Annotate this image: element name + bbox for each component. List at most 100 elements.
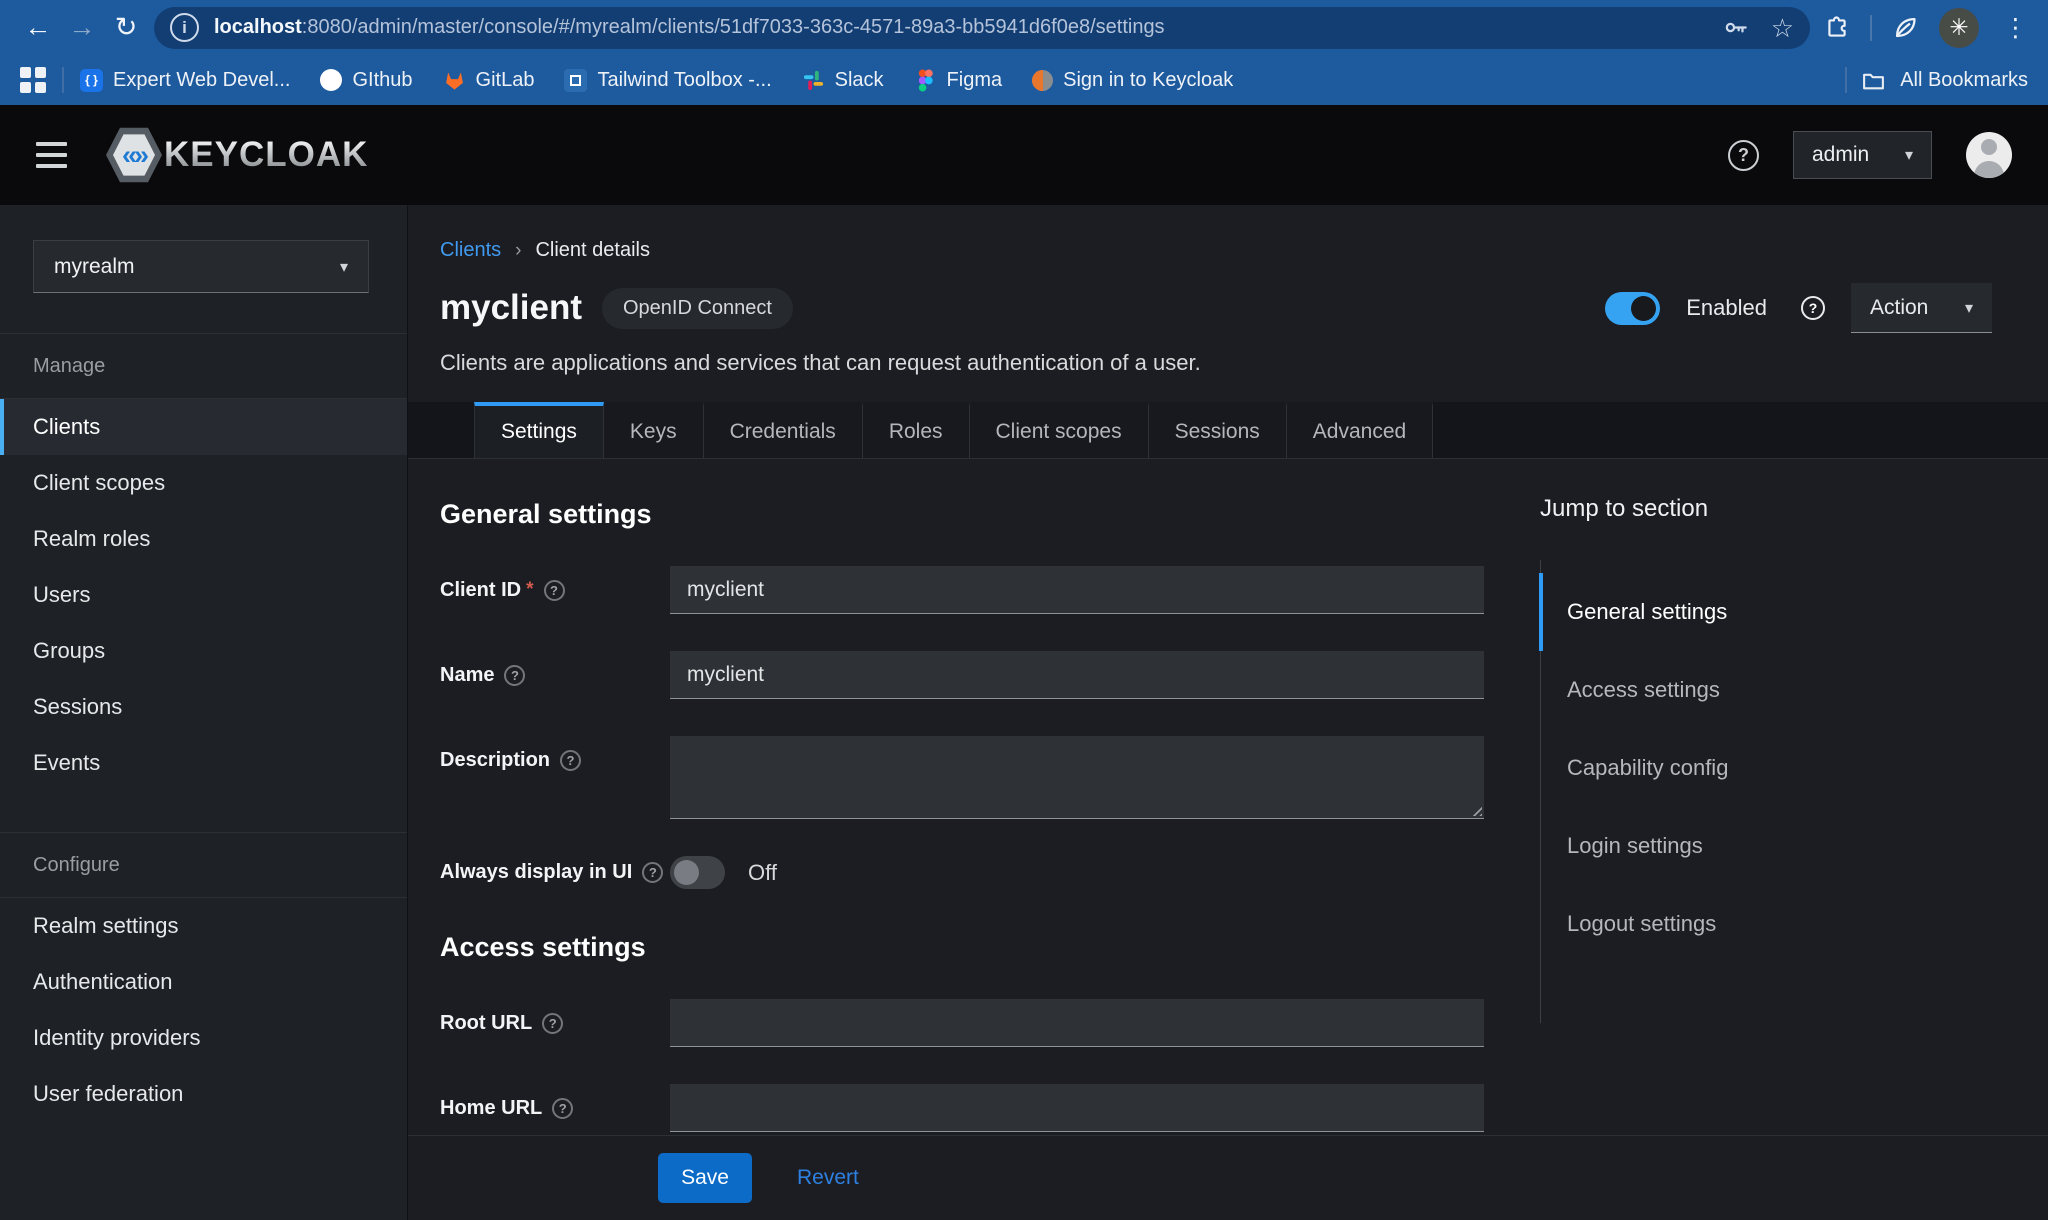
bookmarks-separator [1845, 67, 1847, 93]
folder-icon [1861, 68, 1886, 93]
jump-item-capability-config[interactable]: Capability config [1540, 729, 1980, 807]
battery-saver-leaf-icon[interactable] [1892, 14, 1919, 41]
client-id-input[interactable] [670, 566, 1484, 614]
tab-settings[interactable]: Settings [474, 402, 604, 458]
revert-link[interactable]: Revert [797, 1166, 859, 1190]
sidebar-section-configure: ConfigureRealm settingsAuthenticationIde… [0, 832, 407, 1122]
url-host: localhost [214, 16, 302, 38]
brand-text: KEYCLOAK [164, 135, 368, 175]
jump-item-login-settings[interactable]: Login settings [1540, 807, 1980, 885]
breadcrumb: Clients › Client details [440, 239, 1992, 262]
home-url-label: Home URL ? [440, 1084, 670, 1132]
extensions-icon[interactable] [1824, 15, 1850, 41]
back-icon[interactable]: ← [16, 6, 60, 50]
masthead: «» KEYCLOAK ? admin ▾ [0, 105, 2048, 205]
tab-client-scopes[interactable]: Client scopes [970, 402, 1149, 458]
jump-item-general-settings[interactable]: General settings [1540, 573, 1980, 651]
save-button[interactable]: Save [658, 1153, 752, 1203]
tailwind-icon [564, 69, 587, 92]
breadcrumb-link-clients[interactable]: Clients [440, 239, 501, 262]
name-input[interactable] [670, 651, 1484, 699]
bookmark-label: GIthub [352, 69, 412, 92]
bookmark-label: Tailwind Toolbox -... [597, 69, 771, 92]
gitlab-icon [443, 69, 466, 92]
sidebar-item-events[interactable]: Events [0, 735, 407, 791]
flower-avatar-icon: ✳ [1949, 14, 1968, 41]
chevron-down-icon: ▾ [1965, 298, 1973, 318]
form-actions-bar: Save Revert [408, 1135, 2048, 1220]
user-dropdown[interactable]: admin ▾ [1793, 131, 1932, 179]
breadcrumb-current: Client details [535, 239, 650, 262]
sidebar-item-clients[interactable]: Clients [0, 399, 407, 455]
name-help-icon[interactable]: ? [504, 665, 525, 686]
realm-selector-label: myrealm [54, 255, 135, 279]
bookmark-sign-in-to-keycloak[interactable]: Sign in to Keycloak [1032, 69, 1233, 92]
password-key-icon[interactable] [1722, 14, 1749, 41]
bookmark-github[interactable]: GIthub [320, 69, 412, 92]
sidebar-section-label: Manage [0, 333, 407, 399]
root-url-input[interactable] [670, 999, 1484, 1047]
access-settings-heading: Access settings [440, 932, 1484, 963]
client-id-label: Client ID * ? [440, 566, 670, 614]
bookmark-slack[interactable]: Slack [802, 69, 884, 92]
home-url-row: Home URL ? [440, 1084, 1484, 1132]
realm-selector[interactable]: myrealm ▾ [33, 240, 369, 293]
bookmark-star-icon[interactable]: ☆ [1771, 15, 1794, 41]
hamburger-menu-icon[interactable] [36, 135, 80, 175]
sidebar-item-identity-providers[interactable]: Identity providers [0, 1010, 407, 1066]
sidebar-item-users[interactable]: Users [0, 567, 407, 623]
browser-menu-icon[interactable]: ⋮ [1999, 13, 2032, 43]
client-id-help-icon[interactable]: ? [544, 580, 565, 601]
tabs-bar: SettingsKeysCredentialsRolesClient scope… [408, 402, 2048, 459]
home-url-help-icon[interactable]: ? [552, 1098, 573, 1119]
action-dropdown[interactable]: Action ▾ [1851, 283, 1992, 333]
sidebar-section-label: Configure [0, 832, 407, 898]
keycloak-icon [1032, 70, 1053, 91]
enabled-toggle[interactable] [1605, 292, 1660, 325]
tab-roles[interactable]: Roles [863, 402, 970, 458]
sidebar-item-user-federation[interactable]: User federation [0, 1066, 407, 1122]
bookmark-label: Expert Web Devel... [113, 69, 290, 92]
apps-grid-icon[interactable] [20, 67, 46, 93]
keycloak-logo-icon: «» [106, 126, 162, 184]
browser-profile-avatar[interactable]: ✳ [1939, 8, 1979, 48]
bookmark-gitlab[interactable]: GitLab [443, 69, 535, 92]
client-id-row: Client ID * ? [440, 566, 1484, 614]
jump-item-access-settings[interactable]: Access settings [1540, 651, 1980, 729]
enabled-help-icon[interactable]: ? [1801, 296, 1825, 320]
keycloak-brand[interactable]: «» KEYCLOAK [106, 126, 368, 184]
sidebar-item-groups[interactable]: Groups [0, 623, 407, 679]
jump-to-section: Jump to section General settingsAccess s… [1540, 495, 1980, 963]
user-avatar[interactable] [1966, 132, 2012, 178]
bookmark-expert-web-devel[interactable]: { }Expert Web Devel... [80, 69, 290, 92]
bookmark-figma[interactable]: Figma [914, 69, 1003, 92]
site-info-icon[interactable]: i [170, 13, 199, 42]
sidebar-item-client-scopes[interactable]: Client scopes [0, 455, 407, 511]
chevron-down-icon: ▾ [1905, 145, 1913, 165]
bookmark-tailwind-toolbox[interactable]: Tailwind Toolbox -... [564, 69, 771, 92]
tab-credentials[interactable]: Credentials [704, 402, 863, 458]
always-display-toggle[interactable] [670, 856, 725, 889]
tab-sessions[interactable]: Sessions [1149, 402, 1287, 458]
sidebar-item-realm-settings[interactable]: Realm settings [0, 898, 407, 954]
general-settings-heading: General settings [440, 499, 1484, 530]
root-url-help-icon[interactable]: ? [542, 1013, 563, 1034]
address-bar[interactable]: i localhost:8080/admin/master/console/#/… [154, 7, 1810, 49]
all-bookmarks-button[interactable]: All Bookmarks [1845, 67, 2028, 93]
always-display-row: Always display in UI ? Off [440, 856, 1484, 889]
sidebar-item-authentication[interactable]: Authentication [0, 954, 407, 1010]
jump-item-logout-settings[interactable]: Logout settings [1540, 885, 1980, 963]
always-display-help-icon[interactable]: ? [642, 862, 663, 883]
home-url-input[interactable] [670, 1084, 1484, 1132]
forward-icon[interactable]: → [60, 6, 104, 50]
description-textarea[interactable] [670, 736, 1484, 819]
tab-advanced[interactable]: Advanced [1287, 402, 1433, 458]
reload-icon[interactable]: ↻ [104, 6, 148, 50]
help-icon[interactable]: ? [1728, 140, 1759, 171]
sidebar-item-realm-roles[interactable]: Realm roles [0, 511, 407, 567]
bookmark-label: Figma [947, 69, 1003, 92]
tab-keys[interactable]: Keys [604, 402, 704, 458]
description-help-icon[interactable]: ? [560, 750, 581, 771]
sidebar-item-sessions[interactable]: Sessions [0, 679, 407, 735]
required-asterisk: * [526, 579, 533, 601]
